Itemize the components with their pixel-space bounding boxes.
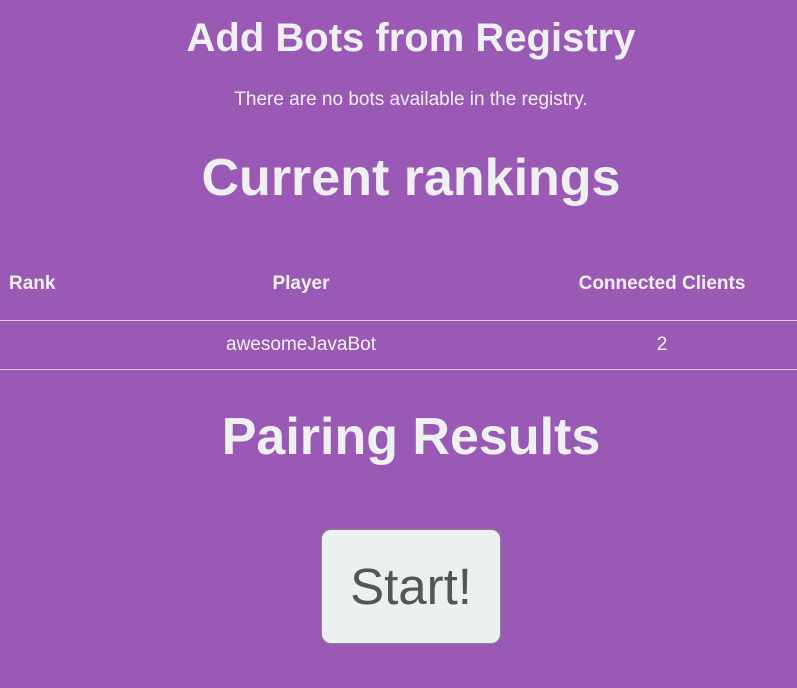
start-button[interactable]: Start! (321, 529, 501, 644)
table-header-row: Rank Player Connected Clients (0, 247, 797, 321)
rankings-title: Current rankings (201, 149, 621, 207)
column-header-player: Player (75, 247, 527, 321)
cell-connected-clients: 2 (527, 320, 797, 370)
registry-title: Add Bots from Registry (186, 16, 636, 60)
column-header-rank: Rank (0, 247, 75, 321)
pairing-results-title: Pairing Results (221, 408, 601, 466)
cell-rank (0, 320, 75, 370)
cell-player: awesomeJavaBot (75, 320, 527, 370)
registry-empty-message: There are no bots available in the regis… (234, 89, 588, 110)
column-header-connected-clients: Connected Clients (527, 247, 797, 321)
table-row: awesomeJavaBot 2 (0, 320, 797, 370)
rankings-table: Rank Player Connected Clients awesomeJav… (0, 247, 797, 370)
